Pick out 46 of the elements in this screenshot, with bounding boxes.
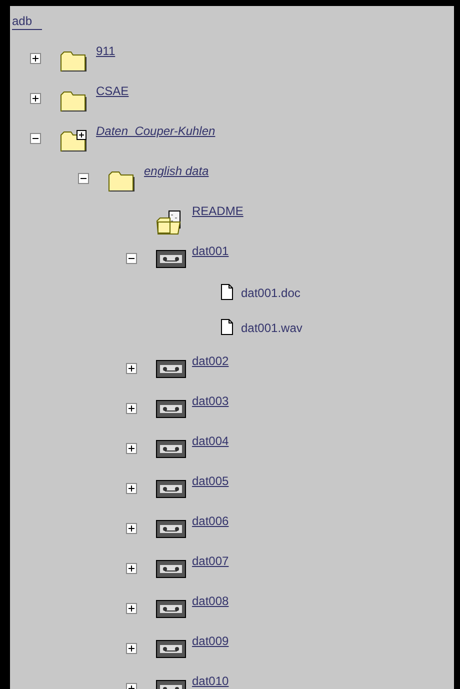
- tree-toggle[interactable]: [126, 602, 137, 614]
- tree-toggle[interactable]: [30, 92, 41, 104]
- tree-item-link[interactable]: README: [192, 204, 244, 218]
- tree-toggle[interactable]: [126, 362, 137, 374]
- file-link[interactable]: dat001.doc: [241, 286, 300, 300]
- tree-toggle[interactable]: [30, 52, 41, 64]
- folder-icon: [60, 50, 87, 72]
- tree-toggle[interactable]: [78, 172, 89, 184]
- tree-item-link[interactable]: dat009: [192, 634, 229, 648]
- folder-plus-icon: [60, 130, 87, 152]
- root-link[interactable]: adb: [12, 14, 42, 30]
- document-icon: [221, 319, 233, 335]
- cassette-tape-icon: [156, 480, 186, 498]
- tree-toggle[interactable]: [126, 442, 137, 454]
- cassette-tape-icon: [156, 440, 186, 458]
- tree-item-link[interactable]: Daten Couper-Kuhlen: [96, 124, 216, 138]
- tree-item-link[interactable]: dat006: [192, 514, 229, 528]
- tree-toggle[interactable]: [126, 252, 137, 264]
- file-link[interactable]: dat001.wav: [241, 321, 302, 335]
- tree-item-link[interactable]: dat005: [192, 474, 229, 488]
- folder-icon: [108, 170, 135, 192]
- tree-item-link[interactable]: dat010: [192, 674, 229, 688]
- tree-toggle[interactable]: [126, 402, 137, 414]
- tree-item-link[interactable]: dat007: [192, 554, 229, 568]
- tree-item-link[interactable]: dat003: [192, 394, 229, 408]
- tree-item-link[interactable]: dat004: [192, 434, 229, 448]
- cassette-tape-icon: [156, 520, 186, 538]
- folder-icon: [60, 90, 87, 112]
- cassette-tape-icon: [156, 600, 186, 618]
- cassette-tape-icon: [156, 640, 186, 658]
- tree-toggle[interactable]: [126, 482, 137, 494]
- tree-item-link[interactable]: dat002: [192, 354, 229, 368]
- tree-item-link[interactable]: CSAE: [96, 84, 129, 98]
- tree-toggle[interactable]: [126, 522, 137, 534]
- cassette-tape-icon: [156, 560, 186, 578]
- document-icon: [221, 284, 233, 300]
- tree-item-link[interactable]: english data: [144, 164, 209, 178]
- cassette-tape-icon: [156, 360, 186, 378]
- tree-item-link[interactable]: 911: [96, 44, 116, 58]
- tree-item-link[interactable]: dat008: [192, 594, 229, 608]
- tree-toggle[interactable]: [126, 642, 137, 654]
- cassette-tape-icon: [156, 250, 186, 268]
- tree-toggle[interactable]: [30, 132, 41, 144]
- tree-toggle[interactable]: [126, 562, 137, 574]
- tree-item-link[interactable]: dat001: [192, 244, 229, 258]
- cassette-tape-icon: [156, 400, 186, 418]
